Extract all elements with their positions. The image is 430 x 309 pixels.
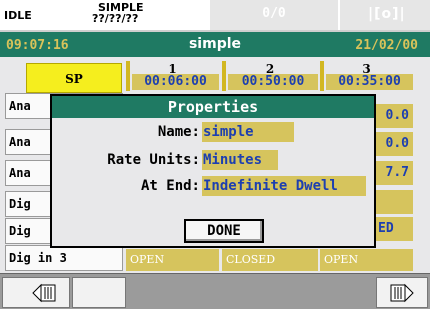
dig3-seg2[interactable]: CLOSED: [222, 249, 318, 271]
dialog-title: Properties: [52, 96, 374, 118]
properties-dialog: Properties Name: simple Rate Units: Minu…: [50, 94, 376, 248]
scroll-right-icon: [390, 283, 414, 303]
row-value[interactable]: 7.7: [376, 161, 413, 185]
segment-duration[interactable]: 00:06:00: [132, 74, 219, 90]
sp-header[interactable]: SP: [26, 63, 122, 93]
nav-blank-button[interactable]: [72, 277, 126, 308]
date: 21/02/00: [355, 38, 418, 53]
at-end-field[interactable]: Indefinite Dwell: [202, 176, 366, 196]
segment-duration[interactable]: 00:35:00: [326, 74, 413, 90]
dig3-seg1[interactable]: OPEN: [126, 249, 219, 271]
name-field[interactable]: simple: [202, 122, 294, 142]
scroll-left-button[interactable]: [2, 277, 70, 308]
title-bar: 09:07:16 simple 21/02/00: [0, 30, 430, 57]
name-label: Name:: [157, 124, 200, 140]
segment-counter: 0/0: [210, 0, 338, 30]
segment-count: 0/0: [262, 6, 286, 21]
done-button[interactable]: DONE: [184, 219, 264, 243]
row-label[interactable]: Dig in 3: [5, 245, 123, 271]
row-value[interactable]: 0.0: [376, 104, 413, 128]
dig3-seg3[interactable]: OPEN: [320, 249, 413, 271]
at-end-label: At End:: [140, 178, 200, 194]
row-value[interactable]: ED: [376, 217, 413, 241]
bottom-nav: [0, 273, 430, 309]
rate-units-label: Rate Units:: [107, 152, 200, 168]
segment-2-header[interactable]: 2 00:50:00: [222, 61, 318, 91]
scroll-right-button[interactable]: [376, 277, 428, 308]
program-info: SIMPLE ??/??/??: [92, 2, 144, 24]
segment-1-header[interactable]: 1 00:06:00: [126, 61, 219, 91]
run-state: IDLE: [4, 9, 32, 22]
status-bar: IDLE SIMPLE ??/??/?? 0/0 |[o]|: [0, 0, 430, 30]
rate-units-field[interactable]: Minutes: [202, 150, 278, 170]
segment-3-header[interactable]: 3 00:35:00: [320, 61, 413, 91]
row-value[interactable]: 0.0: [376, 132, 413, 156]
scroll-left-icon: [32, 283, 56, 303]
logo: |[o]|: [340, 0, 430, 30]
program-date: ??/??/??: [92, 12, 139, 25]
logo-text: |[o]|: [368, 6, 406, 22]
row-value[interactable]: [376, 190, 413, 214]
segment-duration[interactable]: 00:50:00: [228, 74, 318, 90]
